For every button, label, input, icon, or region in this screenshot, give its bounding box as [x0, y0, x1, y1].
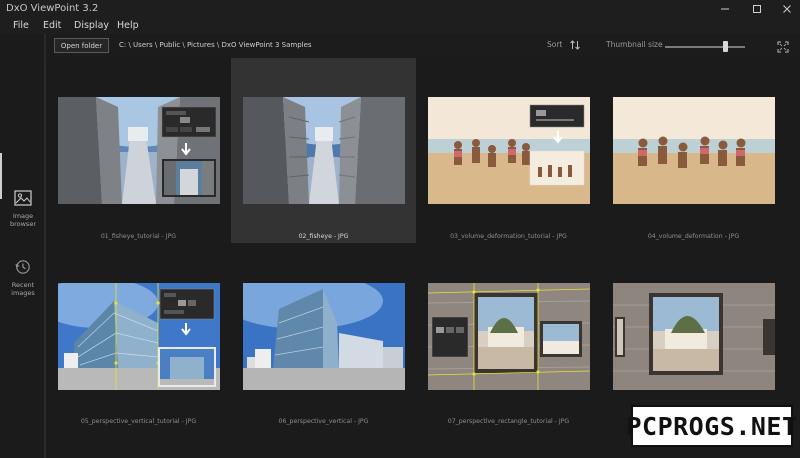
menu-file[interactable]: File — [13, 20, 29, 31]
thumbnail-card[interactable]: 06_perspective_vertical - JPG — [231, 243, 416, 428]
thumbnail-image[interactable] — [243, 97, 405, 204]
nav-label-line: images — [11, 289, 35, 297]
menu-help[interactable]: Help — [117, 20, 139, 31]
thumbnail-caption: 01_fisheye_tutorial - JPG — [100, 233, 177, 240]
sort-label: Sort — [547, 40, 563, 49]
title-bar: DxO ViewPoint 3.2 — [0, 0, 800, 18]
minimize-icon — [721, 8, 729, 10]
maximize-button[interactable] — [742, 0, 772, 18]
sort-icon[interactable] — [569, 39, 581, 51]
slider-handle[interactable] — [723, 41, 728, 52]
thumbnail-card[interactable]: 02_fisheye - JPG — [231, 58, 416, 243]
thumbnail-card[interactable]: 04_volume_deformation - JPG — [601, 58, 786, 243]
thumbnail-image[interactable] — [58, 97, 220, 204]
open-folder-button[interactable]: Open folder — [54, 38, 109, 53]
maximize-icon — [753, 5, 761, 13]
nav-image-browser-label: Image browser — [0, 212, 46, 228]
window-title: DxO ViewPoint 3.2 — [6, 3, 99, 14]
menu-edit[interactable]: Edit — [43, 20, 61, 31]
thumbnail-caption: 04_volume_deformation - JPG — [647, 233, 740, 240]
thumbnail-size-slider[interactable] — [665, 46, 745, 48]
folder-path: C: \ Users \ Public \ Pictures \ DxO Vie… — [119, 41, 312, 49]
thumbnail-caption: 07_perspective_rectangle_tutorial - JPG — [447, 418, 570, 425]
thumbnail-caption: 06_perspective_vertical - JPG — [278, 418, 369, 425]
nav-image-browser[interactable]: Image browser — [0, 190, 46, 228]
thumbnail-image[interactable] — [613, 97, 775, 204]
thumbnail-card[interactable]: 05_perspective_vertical_tutorial - JPG — [46, 243, 231, 428]
menu-bar: File Edit Display Help — [0, 18, 800, 34]
thumbnail-card[interactable]: 01_fisheye_tutorial - JPG — [46, 58, 231, 243]
image-icon — [14, 190, 32, 206]
minimize-button[interactable] — [710, 0, 740, 18]
close-button[interactable] — [772, 0, 800, 18]
thumbnail-card[interactable]: 03_volume_deformation_tutorial - JPG — [416, 58, 601, 243]
thumbnail-card[interactable]: 07_perspective_rectangle_tutorial - JPG — [416, 243, 601, 428]
thumbnail-size-label: Thumbnail size — [606, 40, 663, 49]
nav-recent-images-label: Recent images — [0, 281, 46, 297]
thumbnail-card[interactable]: 08_perspective_rectangle - JPG — [601, 243, 786, 428]
close-icon — [783, 5, 791, 13]
fullscreen-icon[interactable] — [777, 41, 789, 53]
left-navigation — [0, 34, 46, 458]
nav-label-line: Recent — [11, 281, 35, 289]
menu-display[interactable]: Display — [74, 20, 109, 31]
thumbnail-grid: 01_fisheye_tutorial - JPG 02_fisheye - J… — [46, 58, 800, 458]
thumbnail-image[interactable] — [428, 97, 590, 204]
nav-label-line: Image — [12, 212, 34, 220]
thumbnail-image[interactable] — [428, 283, 590, 390]
nav-recent-images[interactable]: Recent images — [0, 259, 46, 297]
thumbnail-caption: 02_fisheye - JPG — [298, 233, 349, 240]
thumbnail-image[interactable] — [613, 283, 775, 390]
toolbar: Open folder C: \ Users \ Public \ Pictur… — [46, 34, 800, 58]
watermark: PCPROGS.NET — [626, 405, 797, 447]
thumbnail-image[interactable] — [58, 283, 220, 390]
history-icon — [15, 260, 30, 274]
thumbnail-caption: 05_perspective_vertical_tutorial - JPG — [80, 418, 197, 425]
nav-label-line: browser — [9, 220, 36, 228]
thumbnail-image[interactable] — [243, 283, 405, 390]
thumbnail-caption: 03_volume_deformation_tutorial - JPG — [450, 233, 567, 240]
